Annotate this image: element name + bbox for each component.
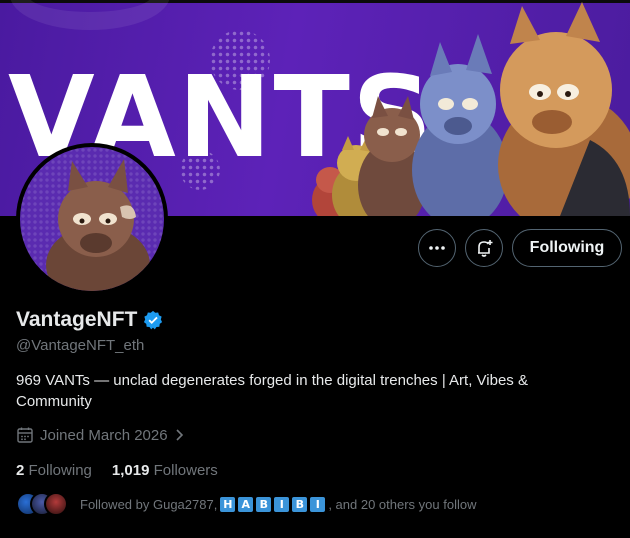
notifications-button[interactable] — [465, 229, 503, 267]
letter-badge: H — [220, 496, 236, 512]
letter-badge: A — [238, 496, 254, 512]
profile-handle: @VantageNFT_eth — [16, 337, 145, 354]
profile-bio: 969 VANTs — unclad degenerates forged in… — [16, 372, 528, 410]
more-icon — [429, 246, 445, 250]
avatar-character-illustration — [46, 159, 150, 291]
followed-by-suffix: , and 20 others you follow — [328, 496, 477, 512]
display-name-row: VantageNFT — [16, 308, 163, 332]
letter-badge: I — [310, 496, 326, 512]
letter-badge: B — [292, 496, 308, 512]
followed-by-text: Followed by Guga2787, H A B I B I , and … — [80, 496, 477, 512]
followers-stat-link[interactable]: 1,019 Followers — [112, 462, 218, 479]
verified-badge-icon[interactable] — [143, 310, 163, 330]
avatar-image — [20, 147, 164, 291]
joined-date-row[interactable]: Joined March 2026 — [16, 426, 186, 444]
following-count: 2 — [16, 462, 25, 479]
joined-date: Joined March 2026 — [40, 426, 168, 444]
more-options-button[interactable] — [418, 229, 456, 267]
followed-by-row[interactable]: Followed by Guga2787, H A B I B I , and … — [16, 492, 476, 516]
following-button[interactable]: Following — [512, 229, 622, 267]
bell-plus-icon — [478, 240, 493, 257]
followed-by-avatars — [16, 492, 68, 516]
follow-stats: 2 Following 1,019 Followers — [16, 462, 218, 479]
letter-badge: B — [256, 496, 272, 512]
followers-label: Followers — [153, 462, 218, 479]
chevron-right-icon — [176, 429, 183, 441]
avatar — [44, 492, 68, 516]
following-stat-link[interactable]: 2 Following — [16, 462, 92, 479]
followers-count: 1,019 — [111, 462, 150, 479]
character-orange — [498, 2, 630, 216]
letter-badge: I — [274, 496, 290, 512]
following-label: Following — [28, 462, 92, 479]
calendar-icon — [17, 427, 33, 443]
profile-avatar[interactable] — [16, 143, 168, 295]
display-name: VantageNFT — [16, 308, 138, 331]
character-blue — [412, 34, 508, 216]
followed-by-prefix: Followed by Guga2787, — [80, 496, 218, 512]
